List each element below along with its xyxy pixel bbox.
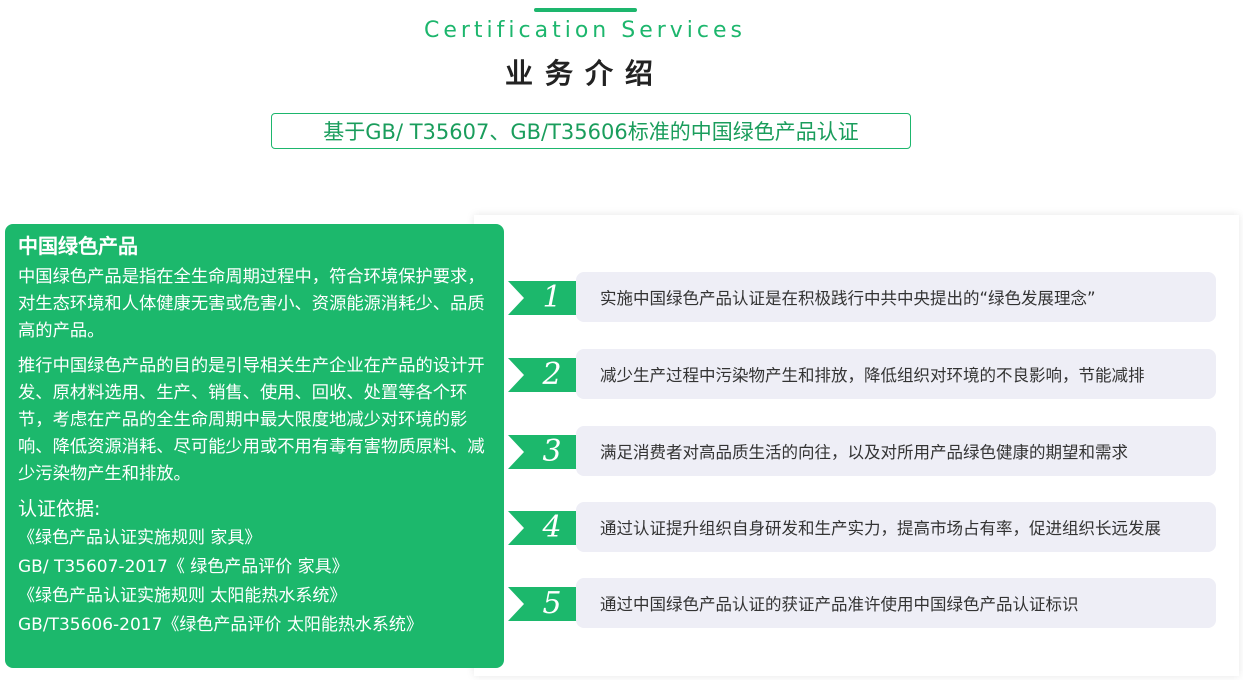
basis-item: 《绿色产品认证实施规则 太阳能热水系统》: [18, 586, 347, 606]
item-number: 4: [542, 510, 562, 545]
number-arrow-badge: 5: [508, 586, 580, 621]
benefit-item-3: 3 满足消费者对高品质生活的向往，以及对所用产品绿色健康的期望和需求: [508, 426, 1218, 476]
section-title: 业务介绍: [504, 57, 665, 90]
item-text: 满足消费者对高品质生活的向往，以及对所用产品绿色健康的期望和需求: [576, 426, 1216, 476]
item-number: 3: [542, 434, 562, 469]
green-product-card: 中国绿色产品 中国绿色产品是指在全生命周期过程中，符合环境保护要求，对生态环境和…: [5, 224, 504, 668]
item-text: 实施中国绿色产品认证是在积极践行中共中央提出的“绿色发展理念”: [576, 272, 1216, 322]
benefit-item-2: 2 减少生产过程中污染物产生和排放，降低组织对环境的不良影响，节能减排: [508, 349, 1218, 399]
basis-heading: 认证依据:: [18, 498, 101, 520]
item-number: 1: [542, 280, 562, 315]
number-arrow-badge: 1: [508, 280, 580, 315]
number-arrow-badge: 2: [508, 357, 580, 392]
item-text: 通过认证提升组织自身研发和生产实力，提高市场占有率，促进组织长远发展: [576, 502, 1216, 552]
basis-item: 《绿色产品认证实施规则 家具》: [18, 528, 262, 548]
item-text: 通过中国绿色产品认证的获证产品准许使用中国绿色产品认证标识: [576, 578, 1216, 628]
standard-banner: 基于GB/ T35607、GB/T35606标准的中国绿色产品认证: [271, 113, 911, 149]
item-text: 减少生产过程中污染物产生和排放，降低组织对环境的不良影响，节能减排: [576, 349, 1216, 399]
benefit-item-1: 1 实施中国绿色产品认证是在积极践行中共中央提出的“绿色发展理念”: [508, 272, 1218, 322]
basis-item: GB/ T35607-2017《 绿色产品评价 家具》: [18, 557, 349, 577]
item-number: 5: [542, 586, 562, 621]
header-accent-bar: [534, 8, 637, 12]
number-arrow-badge: 4: [508, 510, 580, 545]
card-paragraph-definition: 中国绿色产品是指在全生命周期过程中，符合环境保护要求，对生态环境和人体健康无害或…: [18, 267, 485, 341]
basis-item: GB/T35606-2017《绿色产品评价 太阳能热水系统》: [18, 615, 423, 635]
benefit-item-5: 5 通过中国绿色产品认证的获证产品准许使用中国绿色产品认证标识: [508, 578, 1218, 628]
section-subtitle: Certification Services: [423, 18, 747, 43]
card-heading: 中国绿色产品: [18, 234, 138, 258]
card-paragraph-purpose: 推行中国绿色产品的目的是引导相关生产企业在产品的设计开发、原材料选用、生产、销售…: [18, 356, 485, 484]
benefit-item-4: 4 通过认证提升组织自身研发和生产实力，提高市场占有率，促进组织长远发展: [508, 502, 1218, 552]
standard-banner-label: 基于GB/ T35607、GB/T35606标准的中国绿色产品认证: [323, 120, 859, 144]
number-arrow-badge: 3: [508, 434, 580, 469]
item-number: 2: [542, 357, 562, 392]
